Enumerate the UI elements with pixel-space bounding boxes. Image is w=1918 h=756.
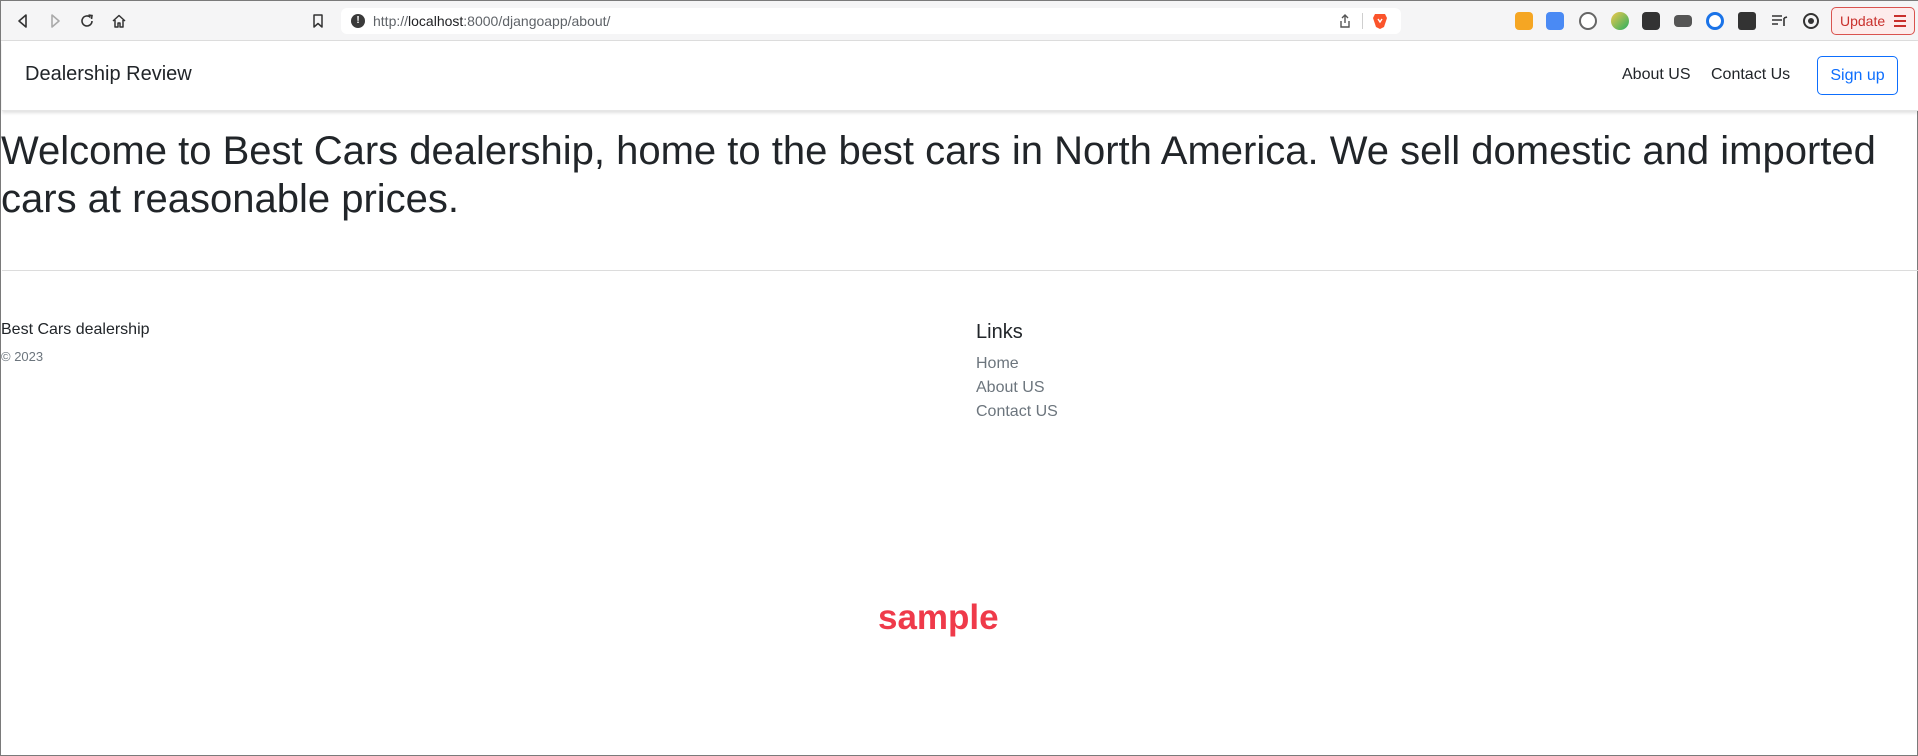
welcome-heading: Welcome to Best Cars dealership, home to… (1, 129, 1876, 221)
puzzle-extensions-icon[interactable] (1738, 12, 1756, 30)
share-icon[interactable] (1337, 13, 1353, 29)
site-navbar: Dealership Review About US Contact Us Si… (2, 41, 1918, 111)
footer-link-home[interactable]: Home (976, 355, 1019, 373)
rocket-extension-icon[interactable] (1611, 12, 1629, 30)
url-text: http://localhost:8000/djangoapp/about/ (373, 13, 611, 29)
update-button[interactable]: Update (1831, 7, 1915, 35)
update-label: Update (1840, 13, 1886, 29)
browser-toolbar: ! http://localhost:8000/djangoapp/about/… (1, 1, 1918, 41)
navbar-brand[interactable]: Dealership Review (25, 63, 192, 86)
playlist-icon[interactable] (1770, 12, 1788, 30)
content-divider (2, 270, 1918, 271)
reload-icon[interactable] (75, 9, 99, 33)
footer-links-title: Links (976, 321, 1023, 343)
nav-link-about-us[interactable]: About US (1622, 66, 1690, 84)
brave-icon[interactable] (1371, 12, 1389, 30)
footer-link-contact-us[interactable]: Contact US (976, 403, 1058, 421)
sample-watermark: sample (878, 598, 999, 637)
forward-icon[interactable] (43, 9, 67, 33)
url-divider (1362, 13, 1363, 29)
bookmark-icon[interactable] (306, 9, 330, 33)
footer-brand: Best Cars dealership (1, 321, 150, 338)
footer-copyright: © 2023 (1, 349, 44, 364)
home-icon[interactable] (107, 9, 131, 33)
reader-extension-icon[interactable] (1674, 15, 1692, 27)
menu-icon (1894, 15, 1906, 27)
wallet-icon[interactable] (1802, 12, 1820, 30)
password-extension-icon[interactable] (1706, 12, 1724, 30)
calculator-extension-icon[interactable] (1515, 12, 1533, 30)
browser-window: ! http://localhost:8000/djangoapp/about/… (0, 0, 1918, 756)
sign-up-button[interactable]: Sign up (1817, 56, 1898, 95)
address-bar[interactable]: ! http://localhost:8000/djangoapp/about/ (341, 8, 1401, 34)
cube-extension-icon[interactable] (1642, 12, 1660, 30)
footer-link-about-us[interactable]: About US (976, 379, 1044, 397)
info-icon[interactable]: ! (351, 14, 365, 28)
nav-link-contact-us[interactable]: Contact Us (1711, 66, 1790, 84)
translate-extension-icon[interactable] (1546, 12, 1564, 30)
back-icon[interactable] (11, 9, 35, 33)
dashlane-extension-icon[interactable] (1579, 12, 1597, 30)
